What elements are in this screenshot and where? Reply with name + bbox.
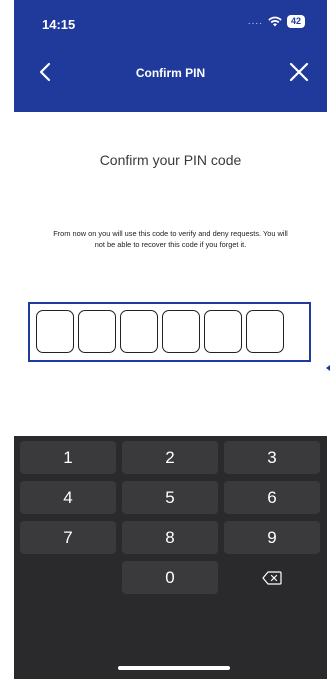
key-1[interactable]: 1 <box>20 441 116 474</box>
cellular-signal: .... <box>247 16 263 27</box>
key-5[interactable]: 5 <box>122 481 218 514</box>
key-8[interactable]: 8 <box>122 521 218 554</box>
keypad-row: 1 2 3 <box>14 441 327 474</box>
pin-description: From now on you will use this code to ve… <box>53 229 288 249</box>
page-title: Confirm PIN <box>135 66 206 80</box>
key-9[interactable]: 9 <box>224 521 320 554</box>
phone-screen: 14:15 .... 42 Confirm PIN Confirm your P… <box>14 0 327 679</box>
home-indicator[interactable] <box>118 666 230 670</box>
battery-indicator: 42 <box>286 15 305 28</box>
key-3[interactable]: 3 <box>224 441 320 474</box>
status-indicators: .... 42 <box>248 15 305 28</box>
key-0[interactable]: 0 <box>122 561 218 594</box>
confirm-pin-heading: Confirm your PIN code <box>99 152 242 168</box>
header: 14:15 .... 42 Confirm PIN <box>14 0 327 112</box>
pin-digit-box-4[interactable] <box>162 310 200 353</box>
keypad-row: 4 5 6 <box>14 481 327 514</box>
pin-digit-box-2[interactable] <box>78 310 116 353</box>
close-button[interactable] <box>287 60 311 84</box>
close-icon <box>289 62 309 82</box>
key-empty <box>20 561 116 594</box>
key-2[interactable]: 2 <box>122 441 218 474</box>
pin-digit-box-6[interactable] <box>246 310 284 353</box>
status-time: 14:15 <box>42 17 76 32</box>
pin-input-frame <box>28 302 311 362</box>
pin-digit-box-5[interactable] <box>204 310 242 353</box>
backspace-icon <box>262 570 282 585</box>
pointer-marker <box>326 365 330 371</box>
pin-digit-box-3[interactable] <box>120 310 158 353</box>
pin-digit-box-1[interactable] <box>36 310 74 353</box>
pin-input-group[interactable] <box>36 310 284 353</box>
keypad-row: 7 8 9 <box>14 521 327 554</box>
keypad-row: 0 <box>14 561 327 594</box>
key-4[interactable]: 4 <box>20 481 116 514</box>
wifi-icon <box>268 16 282 27</box>
key-7[interactable]: 7 <box>20 521 116 554</box>
numeric-keypad: 1 2 3 4 5 6 7 8 9 0 <box>14 441 327 601</box>
backspace-key[interactable] <box>224 561 320 594</box>
pin-confirm-panel: Confirm your PIN code From now on you wi… <box>14 112 327 436</box>
key-6[interactable]: 6 <box>224 481 320 514</box>
